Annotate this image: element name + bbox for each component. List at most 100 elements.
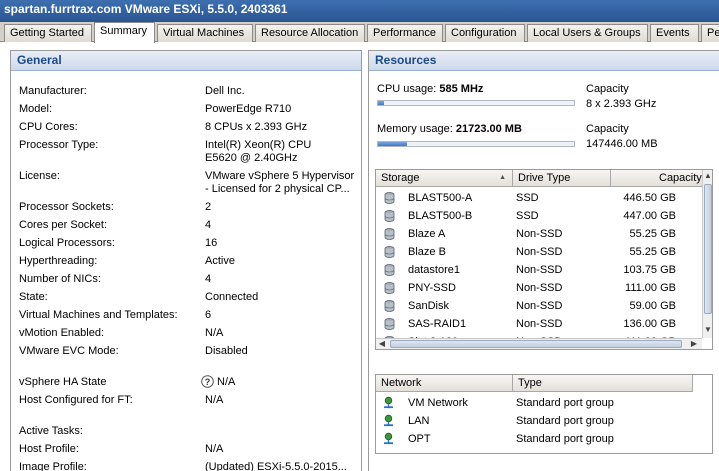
host-profile-value: N/A (205, 443, 224, 455)
storage-name: datastore1 (408, 264, 460, 276)
processor-sockets-value: 2 (205, 201, 212, 213)
storage-name: SAS-RAID1 (408, 318, 467, 330)
tab-events[interactable]: Events (650, 24, 699, 42)
network-name: OPT (408, 433, 431, 445)
manufacturer-label: Manufacturer: (19, 85, 87, 97)
scroll-right-arrow-icon[interactable]: ▶ (688, 338, 700, 349)
cpu-usage-bar-fill (378, 101, 384, 105)
storage-capacity: 111.00 GB (625, 282, 676, 294)
window-title-bar: spartan.furrtrax.com VMware ESXi, 5.5.0,… (0, 0, 719, 22)
processor-type-label: Processor Type: (19, 139, 99, 151)
storage-row[interactable]: datastore1 Non-SSD 103.75 GB (376, 261, 702, 279)
storage-name: PNY-SSD (408, 282, 456, 294)
memory-usage-bar (377, 141, 575, 147)
cpu-usage-bar (377, 100, 575, 106)
memory-capacity-value: 147446.00 MB (586, 138, 658, 150)
tab-getting-started[interactable]: Getting Started (4, 24, 92, 42)
storage-vertical-scrollbar[interactable]: ▲ ▼ (702, 170, 712, 338)
hyperthreading-label: Hyperthreading: (19, 255, 98, 267)
storage-row[interactable]: Blaze A Non-SSD 55.25 GB (376, 225, 702, 243)
tab-resource-allocation[interactable]: Resource Allocation (255, 24, 365, 42)
tab-local-users-groups[interactable]: Local Users & Groups (527, 24, 648, 42)
storage-capacity: 55.25 GB (629, 228, 676, 240)
processor-type-value: Intel(R) Xeon(R) CPU (205, 139, 312, 151)
tab-performance[interactable]: Performance (367, 24, 443, 42)
datastore-icon (384, 318, 395, 330)
storage-capacity: 447.00 GB (623, 210, 676, 222)
storage-drive-type: Non-SSD (516, 318, 563, 330)
host-ft-value: N/A (205, 394, 224, 406)
network-type-column-header[interactable]: Type (513, 375, 693, 392)
network-row[interactable]: VM Network Standard port group (376, 394, 702, 412)
scroll-up-arrow-icon[interactable]: ▲ (702, 170, 712, 182)
network-type: Standard port group (516, 415, 614, 427)
network-row[interactable]: OPT Standard port group (376, 430, 702, 448)
evc-mode-value: Disabled (205, 345, 248, 357)
storage-drive-type: Non-SSD (516, 264, 563, 276)
port-group-icon (382, 396, 395, 409)
window-title: spartan.furrtrax.com VMware ESXi, 5.5.0,… (4, 2, 288, 16)
storage-drive-type: Non-SSD (516, 246, 563, 258)
image-profile-value: (Updated) ESXi-5.5.0-2015... (205, 461, 347, 471)
storage-name: Blaze A (408, 228, 446, 240)
logical-processors-value: 16 (205, 237, 218, 249)
cores-per-socket-label: Cores per Socket: (19, 219, 108, 231)
host-profile-label: Host Profile: (19, 443, 79, 455)
network-column-header[interactable]: Network (376, 375, 513, 392)
memory-usage-bar-fill (378, 142, 408, 146)
storage-row[interactable]: Blaze B Non-SSD 55.25 GB (376, 243, 702, 261)
storage-row[interactable]: BLAST500-B SSD 447.00 GB (376, 207, 702, 225)
storage-row[interactable]: BLAST500-A SSD 446.50 GB (376, 189, 702, 207)
storage-drive-type: SSD (516, 210, 539, 222)
hyperthreading-value: Active (205, 255, 235, 267)
datastore-icon (384, 210, 395, 222)
port-group-icon (382, 414, 395, 427)
storage-horizontal-scrollbar[interactable]: ◀ ▶ (376, 338, 702, 349)
help-icon[interactable]: ? (201, 375, 214, 388)
datastore-icon (384, 246, 395, 258)
scroll-left-arrow-icon[interactable]: ◀ (376, 338, 388, 349)
cpu-capacity-value: 8 x 2.393 GHz (586, 98, 657, 110)
general-panel: General Manufacturer: Dell Inc. Model: P… (10, 50, 362, 471)
manufacturer-value: Dell Inc. (205, 85, 245, 97)
tab-permissions[interactable]: Pe (701, 24, 719, 42)
storage-table: Storage ▲ Drive Type Capacity BLAST500-A… (375, 169, 713, 350)
storage-hscroll-thumb[interactable] (390, 340, 682, 348)
storage-capacity: 446.50 GB (623, 192, 676, 204)
resources-panel: Resources CPU usage: 585 MHz Capacity 8 … (368, 50, 719, 471)
tab-configuration[interactable]: Configuration (445, 24, 525, 42)
cpu-cores-label: CPU Cores: (19, 121, 78, 133)
tab-summary[interactable]: Summary (94, 22, 155, 43)
storage-capacity: 103.75 GB (623, 264, 676, 276)
storage-capacity: 59.00 GB (629, 300, 676, 312)
storage-row[interactable]: SanDisk Non-SSD 59.00 GB (376, 297, 702, 315)
cores-per-socket-value: 4 (205, 219, 212, 231)
datastore-icon (384, 228, 395, 240)
license-value-line2: - Licensed for 2 physical CP... (205, 183, 350, 195)
cpu-usage-value: 585 MHz (439, 83, 484, 95)
capacity-column-header[interactable]: Capacity (611, 170, 703, 187)
tab-virtual-machines[interactable]: Virtual Machines (157, 24, 253, 42)
ha-state-value: N/A (217, 376, 236, 388)
scroll-down-arrow-icon[interactable]: ▼ (702, 324, 712, 336)
datastore-icon (384, 264, 395, 276)
license-label: License: (19, 170, 60, 182)
drive-type-column-header[interactable]: Drive Type (513, 170, 611, 187)
storage-column-header[interactable]: Storage ▲ (376, 170, 513, 187)
storage-drive-type: Non-SSD (516, 282, 563, 294)
ha-state-label: vSphere HA State (19, 376, 107, 388)
storage-vscroll-thumb[interactable] (704, 184, 712, 314)
cpu-cores-value: 8 CPUs x 2.393 GHz (205, 121, 308, 133)
storage-row[interactable]: SAS-RAID1 Non-SSD 136.00 GB (376, 315, 702, 333)
vms-templates-label: Virtual Machines and Templates: (19, 309, 178, 321)
memory-usage: Memory usage: 21723.00 MB (377, 123, 522, 136)
port-group-icon (382, 432, 395, 445)
network-row[interactable]: LAN Standard port group (376, 412, 702, 430)
vms-templates-value: 6 (205, 309, 212, 321)
memory-usage-value: 21723.00 MB (455, 123, 522, 135)
cpu-usage-label: CPU usage: (377, 83, 437, 95)
storage-name: BLAST500-B (408, 210, 473, 222)
active-tasks-label: Active Tasks: (19, 425, 83, 437)
host-ft-label: Host Configured for FT: (19, 394, 133, 406)
storage-row[interactable]: PNY-SSD Non-SSD 111.00 GB (376, 279, 702, 297)
